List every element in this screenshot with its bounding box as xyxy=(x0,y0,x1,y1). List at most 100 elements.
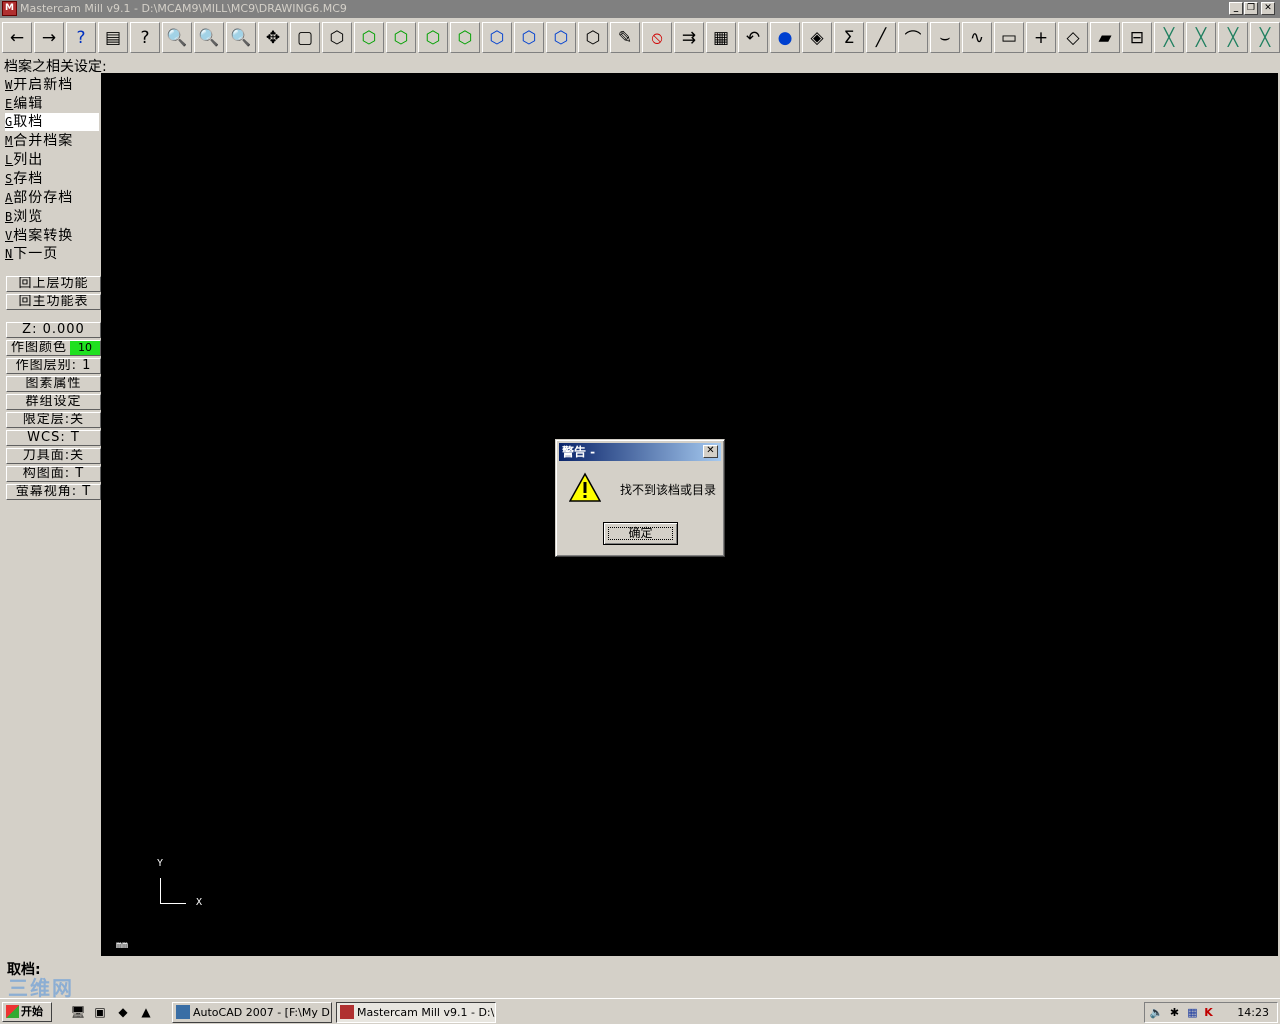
pencil-button[interactable]: ✎ xyxy=(610,22,640,53)
green-cube-3-icon: ⬡ xyxy=(425,27,441,48)
no-delete-button[interactable]: ⦸ xyxy=(642,22,672,53)
axis-y-line xyxy=(160,878,161,903)
cube-iso-button[interactable]: ⬡ xyxy=(322,22,352,53)
close-button[interactable]: ✕ xyxy=(1261,2,1275,15)
blue-cube-1-button[interactable]: ⬡ xyxy=(482,22,512,53)
menu-item-save[interactable]: S存档 xyxy=(5,170,99,188)
line-button[interactable]: ╱ xyxy=(866,22,896,53)
main-menu-button[interactable]: 回主功能表 xyxy=(6,294,101,310)
menu-item-browse[interactable]: B浏览 xyxy=(5,208,99,226)
pan-button[interactable]: ✥ xyxy=(258,22,288,53)
zoom-fit-icon: 🔍 xyxy=(198,27,220,48)
start-button[interactable]: 开始 xyxy=(2,1002,52,1022)
task-mastercam[interactable]: Mastercam Mill v9.1 - D:\... xyxy=(336,1002,496,1023)
unzoom-button[interactable]: 🔍 xyxy=(226,22,256,53)
z-depth-button[interactable]: Z: 0.000 xyxy=(6,322,101,338)
green-cube-4-icon: ⬡ xyxy=(457,27,473,48)
line-icon: ╱ xyxy=(875,27,887,48)
menu-item-next-page[interactable]: N下一页 xyxy=(5,245,99,263)
monitor-icon[interactable]: ▣ xyxy=(92,1004,108,1020)
sphere-button[interactable]: ● xyxy=(770,22,800,53)
app-logo-icon[interactable]: M xyxy=(2,1,17,16)
dialog-title-bar: 警告 - ✕ xyxy=(559,443,721,461)
task-autocad[interactable]: AutoCAD 2007 - [F:\My D... xyxy=(172,1002,332,1023)
plane-button[interactable]: ◇ xyxy=(1058,22,1088,53)
sum-button[interactable]: Σ xyxy=(834,22,864,53)
wire-cube-button[interactable]: ⬡ xyxy=(578,22,608,53)
green-cube-2-button[interactable]: ⬡ xyxy=(386,22,416,53)
back-button[interactable]: ← xyxy=(2,22,32,53)
help-button[interactable]: ? xyxy=(66,22,96,53)
spline-button[interactable]: ∿ xyxy=(962,22,992,53)
transform-button[interactable]: ⇉ xyxy=(674,22,704,53)
green-cube-4-button[interactable]: ⬡ xyxy=(450,22,480,53)
colors-button[interactable]: ▦ xyxy=(706,22,736,53)
menu-item-edit[interactable]: E编辑 xyxy=(5,95,99,113)
menu-item-save-some[interactable]: A部份存档 xyxy=(5,189,99,207)
point-icon: + xyxy=(1033,27,1049,48)
green-cube-1-button[interactable]: ⬡ xyxy=(354,22,384,53)
color-button[interactable]: 作图颜色 10 xyxy=(6,340,101,356)
show-desktop-icon[interactable]: 🖥 xyxy=(70,1004,86,1020)
app-shortcut-icon[interactable]: ◆ xyxy=(115,1004,131,1020)
green-cube-3-button[interactable]: ⬡ xyxy=(418,22,448,53)
menu-item-convert[interactable]: V档案转换 xyxy=(5,227,99,245)
blue-cube-3-icon: ⬡ xyxy=(553,27,569,48)
display-icon[interactable]: ▦ xyxy=(1185,1005,1200,1020)
cube-iso-icon: ⬡ xyxy=(329,27,345,48)
trim-3-icon: ╳ xyxy=(1227,27,1239,48)
restore-button[interactable]: ❐ xyxy=(1244,2,1258,15)
analyze-button[interactable]: ? xyxy=(130,22,160,53)
blue-cube-3-button[interactable]: ⬡ xyxy=(546,22,576,53)
system-tray: 🔈 ✱ ▦ K 14:23 xyxy=(1144,1002,1278,1023)
task-label: Mastercam Mill v9.1 - D:\... xyxy=(357,1006,496,1019)
point-button[interactable]: + xyxy=(1026,22,1056,53)
menu-item-get[interactable]: G取档 xyxy=(5,113,99,131)
tree-button[interactable]: ⊟ xyxy=(1122,22,1152,53)
select-button[interactable]: ▢ xyxy=(290,22,320,53)
antivirus-icon[interactable]: K xyxy=(1201,1005,1216,1020)
ok-button[interactable]: 确定 xyxy=(603,522,678,545)
rectangle-button[interactable]: ▭ xyxy=(994,22,1024,53)
groups-button[interactable]: 群组设定 xyxy=(6,394,101,410)
wcs-button[interactable]: WCS: T xyxy=(6,430,101,446)
trim-4-button[interactable]: ╳ xyxy=(1250,22,1280,53)
undo-button[interactable]: ↶ xyxy=(738,22,768,53)
trim-3-button[interactable]: ╳ xyxy=(1218,22,1248,53)
tool-plane-button[interactable]: 刀具面:关 xyxy=(6,448,101,464)
volume-icon[interactable]: 🔈 xyxy=(1149,1005,1164,1020)
pencil-icon: ✎ xyxy=(617,27,633,48)
surfaces-button[interactable]: ◈ xyxy=(802,22,832,53)
arc-button[interactable]: ⌒ xyxy=(898,22,928,53)
trim-1-button[interactable]: ╳ xyxy=(1154,22,1184,53)
autocad-shortcut-icon[interactable]: ▲ xyxy=(138,1004,154,1020)
rectangle-icon: ▭ xyxy=(1000,27,1018,48)
zoom-window-button[interactable]: 🔍 xyxy=(162,22,192,53)
menu-item-list[interactable]: L列出 xyxy=(5,151,99,169)
menu-item-merge[interactable]: M合并档案 xyxy=(5,132,99,150)
network-icon[interactable]: ✱ xyxy=(1167,1005,1182,1020)
dialog-close-button[interactable]: ✕ xyxy=(703,445,718,458)
back-menu-button[interactable]: 回上层功能 xyxy=(6,276,101,292)
surfaces-icon: ◈ xyxy=(810,27,824,48)
zoom-fit-button[interactable]: 🔍 xyxy=(194,22,224,53)
solid-button[interactable]: ▰ xyxy=(1090,22,1120,53)
axis-x-label: X xyxy=(196,897,203,908)
menu-label: 部份存档 xyxy=(13,190,74,206)
transform-icon: ⇉ xyxy=(681,27,697,48)
menu-item-new[interactable]: W开启新档 xyxy=(5,76,99,94)
fillet-button[interactable]: ⌣ xyxy=(930,22,960,53)
minimize-button[interactable]: _ xyxy=(1229,2,1243,15)
task-label: AutoCAD 2007 - [F:\My D... xyxy=(193,1006,332,1019)
graphic-view-button[interactable]: 萤幕视角: T xyxy=(6,484,101,500)
calculator-button[interactable]: ▤ xyxy=(98,22,128,53)
construction-plane-button[interactable]: 构图面: T xyxy=(6,466,101,482)
mask-button[interactable]: 限定层:关 xyxy=(6,412,101,428)
blue-cube-2-button[interactable]: ⬡ xyxy=(514,22,544,53)
clock: 14:23 xyxy=(1237,1006,1269,1019)
level-button[interactable]: 作图层别: 1 xyxy=(6,358,101,374)
trim-2-button[interactable]: ╳ xyxy=(1186,22,1216,53)
attributes-button[interactable]: 图素属性 xyxy=(6,376,101,392)
forward-button[interactable]: → xyxy=(34,22,64,53)
axis-x-line xyxy=(160,903,186,904)
